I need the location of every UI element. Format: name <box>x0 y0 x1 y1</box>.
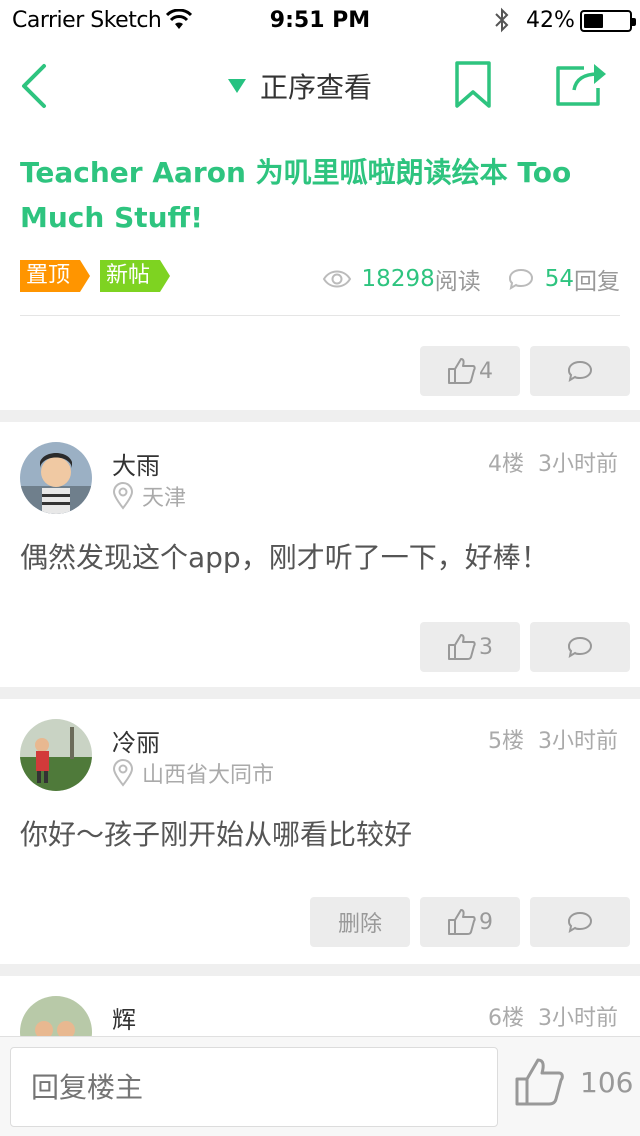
post-tags: 置顶 新帖 <box>20 260 180 292</box>
reply-actions: 删除 9 <box>300 897 630 947</box>
reply-body: 你好～孩子刚开始从哪看比较好 <box>20 818 413 851</box>
views-stat: 18298 阅读 <box>322 262 481 296</box>
section-separator <box>0 410 640 422</box>
floor-number: 6楼 <box>488 1006 524 1031</box>
tag-pinned: 置顶 <box>20 260 91 292</box>
reply-author[interactable]: 大雨 <box>112 446 160 481</box>
reply-meta: 4楼 3小时前 <box>488 446 618 478</box>
location-label: 山西省大同市 <box>142 763 275 788</box>
thumbs-up-icon <box>448 634 476 660</box>
thumbs-up-icon <box>448 909 476 935</box>
reply-time: 3小时前 <box>538 1006 618 1031</box>
reply-location: 山西省大同市 <box>112 757 274 789</box>
back-button[interactable] <box>14 62 54 112</box>
divider <box>20 315 620 316</box>
delete-label: 删除 <box>337 912 382 937</box>
post-stats: 18298 阅读 54 回复 <box>296 262 620 296</box>
reply-like-button[interactable]: 3 <box>420 622 520 672</box>
reply-comment-button[interactable] <box>530 622 630 672</box>
post-like-bottom-button[interactable]: 106 <box>514 1057 633 1107</box>
reply-input[interactable] <box>10 1047 498 1127</box>
post-like-button[interactable]: 4 <box>420 346 520 396</box>
bookmark-icon <box>455 61 491 108</box>
reply-comment-button[interactable] <box>530 897 630 947</box>
triangle-down-icon <box>228 79 246 93</box>
status-bar: Carrier Sketch 9:51 PM 42% <box>0 0 640 40</box>
eye-icon <box>322 270 351 288</box>
reply-time: 3小时前 <box>538 452 618 477</box>
tag-new: 新帖 <box>100 260 171 292</box>
thumbs-up-icon <box>515 1058 564 1106</box>
reply-item: 辉 6楼 3小时前 <box>0 976 640 1036</box>
post-comment-button[interactable] <box>530 346 630 396</box>
post-title: Teacher Aaron 为叽里呱啦朗读绘本 Too Much Stuff! <box>20 156 572 234</box>
sort-label: 正序查看 <box>260 71 373 104</box>
comment-icon <box>508 268 533 291</box>
reply-item: 大雨 4楼 3小时前 天津 偶然发现这个app，刚才听了一下，好棒！ 3 <box>0 422 640 687</box>
avatar[interactable] <box>20 442 92 514</box>
comment-icon <box>567 636 593 659</box>
total-like-count: 106 <box>580 1065 634 1099</box>
reply-meta: 5楼 3小时前 <box>488 723 618 755</box>
reply-actions: 3 <box>410 622 630 672</box>
reply-like-count: 9 <box>479 909 493 935</box>
navigation-bar: 正序查看 <box>0 40 640 130</box>
comment-icon <box>567 911 593 934</box>
reply-like-count: 3 <box>479 634 493 660</box>
sort-toggle[interactable]: 正序查看 <box>228 66 372 106</box>
post-like-count: 4 <box>479 358 493 384</box>
avatar[interactable] <box>20 996 92 1036</box>
section-separator <box>0 687 640 699</box>
location-pin-icon <box>112 759 134 787</box>
floor-number: 4楼 <box>488 452 524 477</box>
views-unit: 阅读 <box>434 269 481 295</box>
bookmark-button[interactable] <box>454 60 492 110</box>
reply-location: 天津 <box>112 480 186 512</box>
floor-number: 5楼 <box>488 729 524 754</box>
share-button[interactable] <box>554 62 610 108</box>
replies-unit: 回复 <box>574 269 620 295</box>
section-separator <box>0 964 640 976</box>
replies-stat: 54 回复 <box>507 262 620 296</box>
location-pin-icon <box>112 482 134 510</box>
battery-percent: 42% <box>526 8 575 33</box>
bluetooth-icon <box>494 7 510 39</box>
battery-icon <box>580 10 636 32</box>
post-actions: 4 <box>410 346 630 396</box>
reply-author[interactable]: 冷丽 <box>112 723 160 758</box>
reply-time: 3小时前 <box>538 729 618 754</box>
bottom-reply-bar: 106 <box>0 1036 640 1136</box>
reply-body: 偶然发现这个app，刚才听了一下，好棒！ <box>20 541 549 574</box>
chevron-left-icon <box>22 64 46 108</box>
reply-item: 冷丽 5楼 3小时前 山西省大同市 你好～孩子刚开始从哪看比较好 删除 9 <box>0 699 640 964</box>
comment-icon <box>567 360 593 383</box>
avatar[interactable] <box>20 719 92 791</box>
location-label: 天津 <box>142 486 187 511</box>
reply-like-button[interactable]: 9 <box>420 897 520 947</box>
reply-meta: 6楼 3小时前 <box>488 1000 618 1032</box>
replies-count: 54 <box>544 266 574 292</box>
share-icon <box>556 64 606 106</box>
views-count: 18298 <box>361 266 435 292</box>
reply-author[interactable]: 辉 <box>112 1000 136 1035</box>
delete-button[interactable]: 删除 <box>310 897 410 947</box>
thumbs-up-icon <box>448 358 476 384</box>
